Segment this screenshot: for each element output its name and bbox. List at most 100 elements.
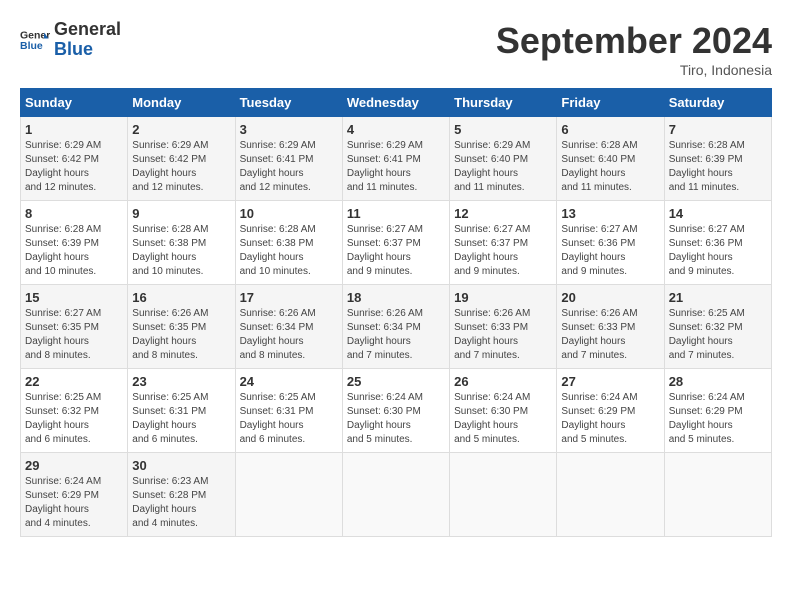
day-number: 10 (240, 206, 338, 221)
day-info: Sunrise: 6:27 AM Sunset: 6:36 PM Dayligh… (561, 223, 659, 279)
calendar-cell: 19 Sunrise: 6:26 AM Sunset: 6:33 PM Dayl… (450, 285, 557, 369)
day-number: 29 (25, 458, 123, 473)
logo: General Blue General Blue (20, 20, 121, 60)
calendar-cell (235, 453, 342, 537)
calendar-cell: 7 Sunrise: 6:28 AM Sunset: 6:39 PM Dayli… (664, 117, 771, 201)
title-block: September 2024 Tiro, Indonesia (496, 20, 772, 78)
calendar-cell: 8 Sunrise: 6:28 AM Sunset: 6:39 PM Dayli… (21, 201, 128, 285)
day-info: Sunrise: 6:27 AM Sunset: 6:36 PM Dayligh… (669, 223, 767, 279)
calendar-cell: 9 Sunrise: 6:28 AM Sunset: 6:38 PM Dayli… (128, 201, 235, 285)
weekday-header-tuesday: Tuesday (235, 89, 342, 117)
weekday-header-friday: Friday (557, 89, 664, 117)
calendar-cell: 18 Sunrise: 6:26 AM Sunset: 6:34 PM Dayl… (342, 285, 449, 369)
calendar-cell: 11 Sunrise: 6:27 AM Sunset: 6:37 PM Dayl… (342, 201, 449, 285)
day-info: Sunrise: 6:26 AM Sunset: 6:34 PM Dayligh… (240, 307, 338, 363)
day-info: Sunrise: 6:24 AM Sunset: 6:29 PM Dayligh… (561, 391, 659, 447)
calendar-cell: 22 Sunrise: 6:25 AM Sunset: 6:32 PM Dayl… (21, 369, 128, 453)
calendar-cell: 28 Sunrise: 6:24 AM Sunset: 6:29 PM Dayl… (664, 369, 771, 453)
day-number: 22 (25, 374, 123, 389)
day-info: Sunrise: 6:27 AM Sunset: 6:37 PM Dayligh… (454, 223, 552, 279)
day-number: 9 (132, 206, 230, 221)
day-info: Sunrise: 6:25 AM Sunset: 6:31 PM Dayligh… (132, 391, 230, 447)
calendar-cell: 20 Sunrise: 6:26 AM Sunset: 6:33 PM Dayl… (557, 285, 664, 369)
logo-icon: General Blue (20, 25, 50, 55)
day-info: Sunrise: 6:28 AM Sunset: 6:40 PM Dayligh… (561, 139, 659, 195)
day-number: 4 (347, 122, 445, 137)
calendar-cell (557, 453, 664, 537)
day-number: 26 (454, 374, 552, 389)
svg-text:Blue: Blue (20, 40, 43, 52)
calendar-table: SundayMondayTuesdayWednesdayThursdayFrid… (20, 88, 772, 537)
calendar-cell: 1 Sunrise: 6:29 AM Sunset: 6:42 PM Dayli… (21, 117, 128, 201)
day-info: Sunrise: 6:29 AM Sunset: 6:42 PM Dayligh… (132, 139, 230, 195)
day-info: Sunrise: 6:27 AM Sunset: 6:37 PM Dayligh… (347, 223, 445, 279)
day-info: Sunrise: 6:28 AM Sunset: 6:39 PM Dayligh… (25, 223, 123, 279)
weekday-header-wednesday: Wednesday (342, 89, 449, 117)
day-info: Sunrise: 6:26 AM Sunset: 6:35 PM Dayligh… (132, 307, 230, 363)
day-number: 15 (25, 290, 123, 305)
calendar-cell: 5 Sunrise: 6:29 AM Sunset: 6:40 PM Dayli… (450, 117, 557, 201)
day-info: Sunrise: 6:28 AM Sunset: 6:38 PM Dayligh… (240, 223, 338, 279)
day-number: 6 (561, 122, 659, 137)
calendar-week-row: 1 Sunrise: 6:29 AM Sunset: 6:42 PM Dayli… (21, 117, 772, 201)
calendar-week-row: 29 Sunrise: 6:24 AM Sunset: 6:29 PM Dayl… (21, 453, 772, 537)
page-header: General Blue General Blue September 2024… (20, 20, 772, 78)
day-number: 16 (132, 290, 230, 305)
day-info: Sunrise: 6:29 AM Sunset: 6:41 PM Dayligh… (347, 139, 445, 195)
logo-general-text: General (54, 20, 121, 40)
day-info: Sunrise: 6:24 AM Sunset: 6:30 PM Dayligh… (454, 391, 552, 447)
weekday-header-thursday: Thursday (450, 89, 557, 117)
calendar-cell (450, 453, 557, 537)
month-title: September 2024 (496, 20, 772, 62)
calendar-week-row: 15 Sunrise: 6:27 AM Sunset: 6:35 PM Dayl… (21, 285, 772, 369)
weekday-header-row: SundayMondayTuesdayWednesdayThursdayFrid… (21, 89, 772, 117)
day-number: 7 (669, 122, 767, 137)
calendar-cell: 30 Sunrise: 6:23 AM Sunset: 6:28 PM Dayl… (128, 453, 235, 537)
day-number: 18 (347, 290, 445, 305)
calendar-cell: 12 Sunrise: 6:27 AM Sunset: 6:37 PM Dayl… (450, 201, 557, 285)
day-info: Sunrise: 6:27 AM Sunset: 6:35 PM Dayligh… (25, 307, 123, 363)
day-number: 27 (561, 374, 659, 389)
day-info: Sunrise: 6:25 AM Sunset: 6:31 PM Dayligh… (240, 391, 338, 447)
calendar-cell: 6 Sunrise: 6:28 AM Sunset: 6:40 PM Dayli… (557, 117, 664, 201)
location: Tiro, Indonesia (496, 62, 772, 78)
day-number: 25 (347, 374, 445, 389)
day-number: 12 (454, 206, 552, 221)
day-number: 3 (240, 122, 338, 137)
calendar-cell: 23 Sunrise: 6:25 AM Sunset: 6:31 PM Dayl… (128, 369, 235, 453)
day-number: 17 (240, 290, 338, 305)
calendar-cell: 29 Sunrise: 6:24 AM Sunset: 6:29 PM Dayl… (21, 453, 128, 537)
day-info: Sunrise: 6:29 AM Sunset: 6:41 PM Dayligh… (240, 139, 338, 195)
day-number: 28 (669, 374, 767, 389)
calendar-week-row: 22 Sunrise: 6:25 AM Sunset: 6:32 PM Dayl… (21, 369, 772, 453)
day-info: Sunrise: 6:24 AM Sunset: 6:29 PM Dayligh… (669, 391, 767, 447)
logo-blue-text: Blue (54, 40, 121, 60)
day-number: 13 (561, 206, 659, 221)
calendar-cell (342, 453, 449, 537)
day-number: 14 (669, 206, 767, 221)
weekday-header-sunday: Sunday (21, 89, 128, 117)
day-number: 21 (669, 290, 767, 305)
day-number: 30 (132, 458, 230, 473)
calendar-cell: 14 Sunrise: 6:27 AM Sunset: 6:36 PM Dayl… (664, 201, 771, 285)
day-info: Sunrise: 6:26 AM Sunset: 6:33 PM Dayligh… (561, 307, 659, 363)
calendar-cell: 17 Sunrise: 6:26 AM Sunset: 6:34 PM Dayl… (235, 285, 342, 369)
calendar-cell: 10 Sunrise: 6:28 AM Sunset: 6:38 PM Dayl… (235, 201, 342, 285)
calendar-cell: 24 Sunrise: 6:25 AM Sunset: 6:31 PM Dayl… (235, 369, 342, 453)
day-number: 23 (132, 374, 230, 389)
day-info: Sunrise: 6:23 AM Sunset: 6:28 PM Dayligh… (132, 475, 230, 531)
day-info: Sunrise: 6:28 AM Sunset: 6:38 PM Dayligh… (132, 223, 230, 279)
day-number: 5 (454, 122, 552, 137)
day-number: 20 (561, 290, 659, 305)
day-number: 19 (454, 290, 552, 305)
weekday-header-monday: Monday (128, 89, 235, 117)
day-info: Sunrise: 6:24 AM Sunset: 6:29 PM Dayligh… (25, 475, 123, 531)
calendar-cell: 16 Sunrise: 6:26 AM Sunset: 6:35 PM Dayl… (128, 285, 235, 369)
calendar-cell: 15 Sunrise: 6:27 AM Sunset: 6:35 PM Dayl… (21, 285, 128, 369)
day-number: 1 (25, 122, 123, 137)
calendar-week-row: 8 Sunrise: 6:28 AM Sunset: 6:39 PM Dayli… (21, 201, 772, 285)
day-info: Sunrise: 6:29 AM Sunset: 6:42 PM Dayligh… (25, 139, 123, 195)
calendar-cell: 25 Sunrise: 6:24 AM Sunset: 6:30 PM Dayl… (342, 369, 449, 453)
calendar-cell: 4 Sunrise: 6:29 AM Sunset: 6:41 PM Dayli… (342, 117, 449, 201)
calendar-cell: 3 Sunrise: 6:29 AM Sunset: 6:41 PM Dayli… (235, 117, 342, 201)
